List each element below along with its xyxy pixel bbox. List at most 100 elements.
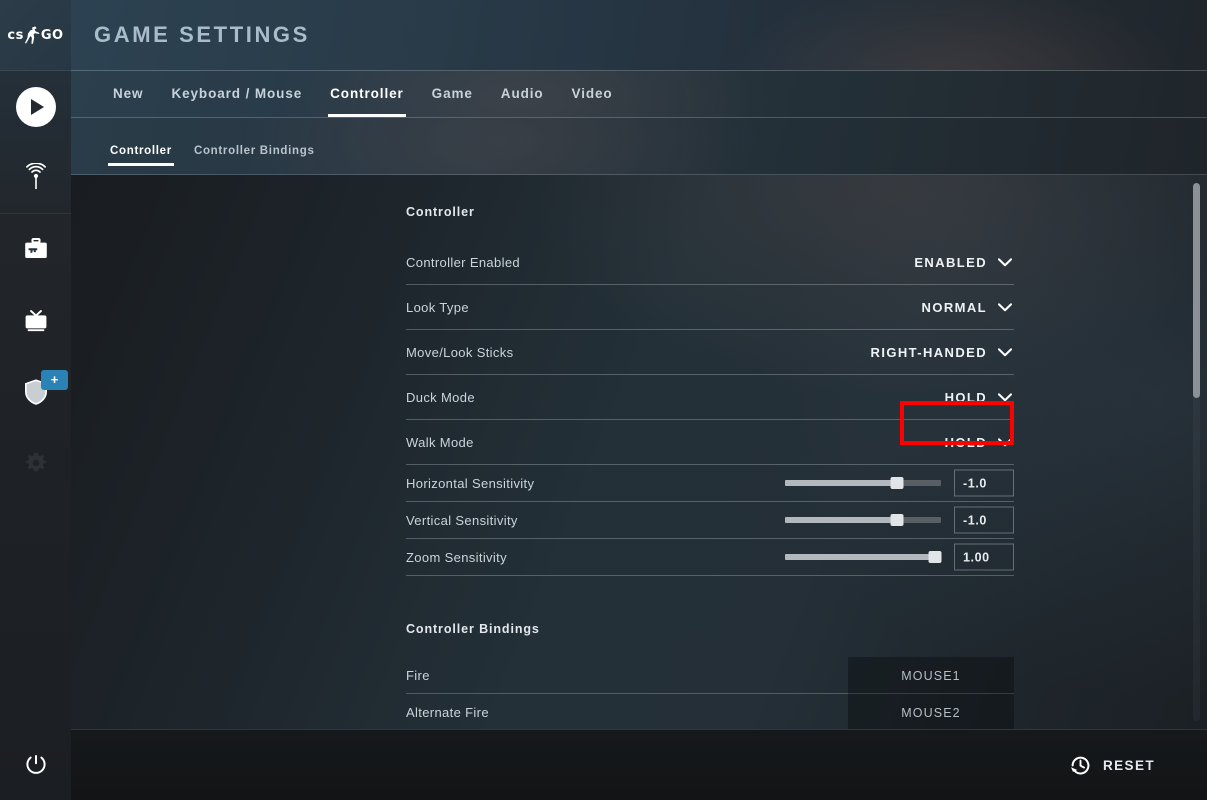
dropdown-value: NORMAL [921, 299, 987, 315]
setting-label: Walk Mode [406, 434, 474, 450]
slider-knob[interactable] [890, 514, 904, 526]
setting-label: Vertical Sensitivity [406, 512, 518, 528]
sidebar-item-settings[interactable] [0, 427, 71, 498]
play-icon [15, 86, 56, 127]
binding-label: Fire [406, 667, 430, 683]
sidebar-nav-secondary: + [0, 214, 71, 498]
sidebar-item-play[interactable] [0, 71, 71, 142]
secondary-tab-bar: Controller Controller Bindings [71, 118, 1207, 175]
page-title: GAME SETTINGS [94, 22, 310, 47]
sidebar-item-broadcast[interactable] [0, 142, 71, 213]
tab-audio[interactable]: Audio [487, 70, 558, 117]
csgo-soldier-icon [24, 26, 40, 44]
binding-label: Alternate Fire [406, 704, 489, 720]
binding-row-fire: Fire MOUSE1 [406, 657, 1014, 694]
slider-vertical-sensitivity[interactable] [785, 513, 941, 527]
main-sidebar: cs GO + [0, 0, 71, 800]
setting-row-horizontal-sensitivity: Horizontal Sensitivity -1.0 [406, 465, 1014, 502]
slider-horizontal-sensitivity[interactable] [785, 476, 941, 490]
value-input-zoom-sensitivity[interactable]: 1.00 [954, 543, 1014, 571]
setting-label: Look Type [406, 299, 469, 315]
sidebar-item-inventory[interactable] [0, 214, 71, 285]
slider-knob[interactable] [928, 551, 942, 563]
weapon-case-icon [24, 237, 47, 258]
tab-game[interactable]: Game [418, 70, 487, 117]
setting-row-duck-mode: Duck Mode HOLD [406, 375, 1014, 420]
csgo-logo[interactable]: cs GO [0, 0, 71, 71]
sidebar-item-power[interactable] [0, 729, 71, 800]
logo-text-cs: cs [7, 27, 24, 43]
setting-label: Horizontal Sensitivity [406, 475, 535, 491]
tab-video[interactable]: Video [558, 70, 627, 117]
slider-zoom-sensitivity[interactable] [785, 550, 942, 564]
dropdown-value: RIGHT-HANDED [870, 344, 987, 360]
dropdown-value: HOLD [944, 434, 987, 450]
scrollbar-thumb[interactable] [1193, 183, 1200, 398]
sidebar-item-battle-pass[interactable]: + [0, 356, 71, 427]
setting-row-vertical-sensitivity: Vertical Sensitivity -1.0 [406, 502, 1014, 539]
chevron-down-icon [998, 302, 1012, 311]
reset-label: RESET [1102, 757, 1155, 773]
value-text: -1.0 [963, 476, 987, 490]
slider-track [785, 514, 941, 526]
gear-icon [25, 452, 46, 471]
setting-label: Duck Mode [406, 389, 475, 405]
chevron-down-icon [998, 392, 1012, 401]
broadcast-icon [25, 162, 46, 189]
csgo-settings-window: cs GO + GAME SETTINGS New Keyboard / Mou… [0, 0, 1207, 800]
subtab-controller-bindings[interactable]: Controller Bindings [183, 128, 326, 174]
settings-scroll-area: Controller Controller Enabled ENABLED Lo… [71, 175, 1207, 729]
setting-label: Zoom Sensitivity [406, 549, 507, 565]
binding-value-fire[interactable]: MOUSE1 [848, 657, 1014, 694]
binding-value-text: MOUSE1 [901, 668, 961, 683]
slider-track [785, 477, 941, 489]
setting-row-look-type: Look Type NORMAL [406, 285, 1014, 330]
dropdown-value: HOLD [944, 389, 987, 405]
settings-content: Controller Controller Enabled ENABLED Lo… [71, 175, 1207, 729]
dropdown-walk-mode[interactable]: HOLD [945, 435, 1014, 450]
value-input-vertical-sensitivity[interactable]: -1.0 [954, 506, 1014, 534]
tab-keyboard-mouse[interactable]: Keyboard / Mouse [157, 70, 316, 117]
slider-track [785, 551, 942, 563]
chevron-down-icon [998, 437, 1012, 446]
battle-pass-plus-badge[interactable]: + [41, 370, 68, 390]
dropdown-value: ENABLED [914, 254, 987, 270]
primary-tab-bar: New Keyboard / Mouse Controller Game Aud… [71, 71, 1207, 118]
dropdown-move-look-sticks[interactable]: RIGHT-HANDED [871, 345, 1014, 360]
dropdown-controller-enabled[interactable]: ENABLED [914, 255, 1014, 270]
value-input-horizontal-sensitivity[interactable]: -1.0 [954, 469, 1014, 497]
chevron-down-icon [998, 257, 1012, 266]
value-text: 1.00 [963, 550, 990, 564]
dropdown-look-type[interactable]: NORMAL [922, 300, 1014, 315]
dropdown-duck-mode[interactable]: HOLD [945, 390, 1014, 405]
power-icon [25, 754, 46, 774]
subtab-controller[interactable]: Controller [99, 128, 183, 174]
setting-label: Move/Look Sticks [406, 344, 514, 360]
slider-fill [785, 480, 898, 486]
footer-bar: RESET [71, 729, 1207, 800]
binding-row-alternate-fire: Alternate Fire MOUSE2 [406, 694, 1014, 729]
tab-new[interactable]: New [99, 70, 157, 117]
sidebar-item-watch[interactable] [0, 285, 71, 356]
section-heading-controller-bindings: Controller Bindings [406, 622, 540, 636]
sidebar-nav-primary [0, 71, 71, 213]
setting-row-controller-enabled: Controller Enabled ENABLED [406, 240, 1014, 285]
section-heading-controller: Controller [406, 205, 475, 219]
logo-mark: cs GO [7, 25, 63, 45]
setting-row-move-look-sticks: Move/Look Sticks RIGHT-HANDED [406, 330, 1014, 375]
tv-icon [25, 309, 46, 331]
settings-panel: Controller Controller Enabled ENABLED Lo… [406, 175, 1014, 729]
value-text: -1.0 [963, 513, 987, 527]
reset-button[interactable]: RESET [1069, 754, 1155, 777]
binding-value-text: MOUSE2 [901, 705, 961, 720]
main-pane: GAME SETTINGS New Keyboard / Mouse Contr… [71, 0, 1207, 800]
binding-value-alternate-fire[interactable]: MOUSE2 [848, 694, 1014, 729]
setting-row-zoom-sensitivity: Zoom Sensitivity 1.00 [406, 539, 1014, 576]
setting-label: Controller Enabled [406, 254, 520, 270]
header-bar: GAME SETTINGS [71, 0, 1207, 71]
slider-knob[interactable] [890, 477, 904, 489]
content-scrollbar[interactable] [1193, 183, 1200, 721]
tab-controller[interactable]: Controller [316, 70, 418, 117]
logo-text-go: GO [40, 27, 64, 43]
slider-fill [785, 517, 898, 523]
